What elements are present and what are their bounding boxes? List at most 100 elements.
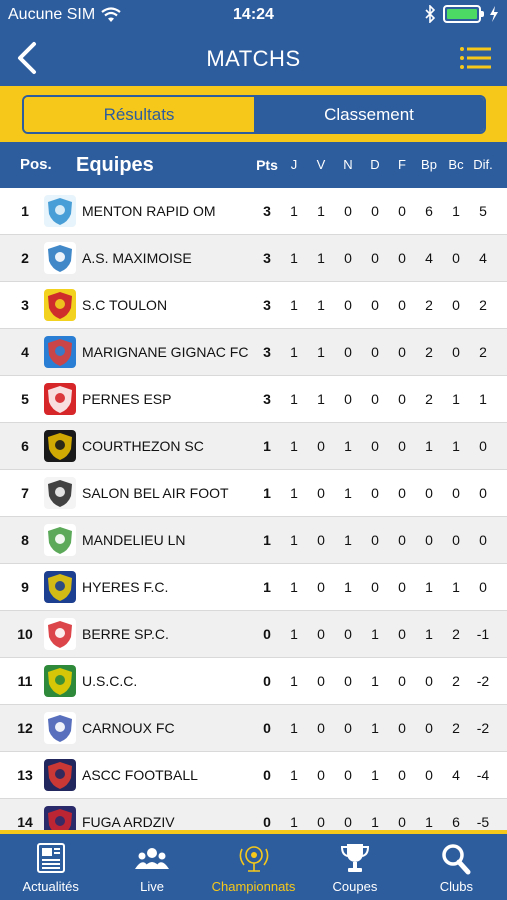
stat-goal-difference: 0 [479,532,487,548]
row-position: 9 [21,579,29,595]
stat-drawn: 0 [344,297,352,313]
stat-won: 1 [317,203,325,219]
menu-list-icon[interactable] [459,44,491,72]
bluetooth-icon [425,5,435,23]
page-title: MATCHS [206,46,301,71]
stat-won: 0 [317,673,325,689]
sc-toulon-logo [44,289,76,321]
courthezon-sc-logo [44,430,76,462]
stat-won: 0 [317,626,325,642]
team-name: COURTHEZON SC [82,438,204,454]
cup-trophy-icon [340,844,369,872]
table-row[interactable]: 2 A.S. MAXIMOISE 3 1 1 0 0 0 4 0 4 [0,235,507,282]
column-header-pos: Pos. [20,156,52,173]
stat-played: 1 [290,250,298,266]
stat-drawn: 0 [344,673,352,689]
table-row[interactable]: 13 ASCC FOOTBALL 0 1 0 0 1 0 0 4 -4 [0,752,507,799]
row-position: 8 [21,532,29,548]
stat-goal-difference: 0 [479,485,487,501]
charging-icon [490,6,498,22]
stat-forfeit: 0 [398,485,406,501]
team-name: S.C TOULON [82,297,168,313]
team-name: MARIGNANE GIGNAC FC [82,344,249,360]
tab-label-coupes: Coupes [332,879,378,894]
segment-resultats[interactable]: Résultats [24,97,254,132]
tab-clubs[interactable]: Clubs [406,834,507,900]
stat-forfeit: 0 [398,297,406,313]
table-row[interactable]: 14 FUGA ARDZIV 0 1 0 0 1 0 1 6 -5 [0,799,507,830]
stat-lost: 0 [371,391,379,407]
standings-list[interactable]: 1 MENTON RAPID OM 3 1 1 0 0 0 6 1 5 2 A.S. MAXIMOISE… [0,188,507,830]
table-row[interactable]: 12 CARNOUX FC 0 1 0 0 1 0 0 2 -2 [0,705,507,752]
stat-goals-against: 6 [452,814,460,830]
stat-forfeit: 0 [398,767,406,783]
table-row[interactable]: 11 U.S.C.C. 0 1 0 0 1 0 0 2 -2 [0,658,507,705]
stat-played: 1 [290,203,298,219]
stat-played: 1 [290,814,298,830]
stat-goals-for: 1 [425,579,433,595]
search-icon [442,844,471,875]
tab-championnats[interactable]: Championnats [203,834,304,900]
table-row[interactable]: 8 MANDELIEU LN 1 1 0 1 0 0 0 0 0 [0,517,507,564]
stat-goals-for: 0 [425,485,433,501]
stat-goals-for: 0 [425,767,433,783]
table-row[interactable]: 9 HYERES F.C. 1 1 0 1 0 0 1 1 0 [0,564,507,611]
segment-classement[interactable]: Classement [254,97,484,132]
stat-played: 1 [290,673,298,689]
status-bar: Aucune SIM 14:24 [0,0,507,30]
stat-won: 0 [317,485,325,501]
stat-drawn: 0 [344,814,352,830]
stat-played: 1 [290,485,298,501]
stat-forfeit: 0 [398,814,406,830]
stat-lost: 0 [371,344,379,360]
column-header-bc: Bc [448,157,464,172]
table-row[interactable]: 10 BERRE SP.C. 0 1 0 0 1 0 1 2 -1 [0,611,507,658]
table-row[interactable]: 6 COURTHEZON SC 1 1 0 1 0 0 1 1 0 [0,423,507,470]
stat-won: 1 [317,344,325,360]
tab-label-championnats: Championnats [211,879,296,894]
team-points: 1 [263,532,271,548]
stat-goal-difference: 2 [479,297,487,313]
hyeres-fc-logo [44,571,76,603]
table-row[interactable]: 7 SALON BEL AIR FOOT 1 1 0 1 0 0 0 0 0 [0,470,507,517]
stat-goals-for: 0 [425,720,433,736]
stat-forfeit: 0 [398,344,406,360]
stat-goals-against: 0 [452,344,460,360]
tab-coupes[interactable]: Coupes [304,834,405,900]
row-position: 5 [21,391,29,407]
tab-live[interactable]: Live [101,834,202,900]
stat-played: 1 [290,767,298,783]
championship-trophy-icon [239,846,268,872]
stat-goals-for: 6 [425,203,433,219]
salon-bel-air-logo [44,477,76,509]
tab-actualites[interactable]: Actualités [0,834,101,900]
standings-header: Pos. Equipes Pts J V N D F Bp Bc Dif. [0,142,507,188]
stat-drawn: 0 [344,720,352,736]
team-name: A.S. MAXIMOISE [82,250,192,266]
table-row[interactable]: 4 MARIGNANE GIGNAC FC 3 1 1 0 0 0 2 0 2 [0,329,507,376]
stat-goal-difference: -2 [476,720,490,736]
stat-goals-for: 1 [425,814,433,830]
team-name: HYERES F.C. [82,579,169,595]
stat-goals-for: 1 [425,626,433,642]
stat-won: 0 [317,579,325,595]
stat-drawn: 0 [344,344,352,360]
stat-won: 1 [317,250,325,266]
stat-goal-difference: 5 [479,203,487,219]
stat-forfeit: 0 [398,532,406,548]
stat-forfeit: 0 [398,720,406,736]
stat-goals-for: 1 [425,438,433,454]
table-row[interactable]: 3 S.C TOULON 3 1 1 0 0 0 2 0 2 [0,282,507,329]
uscc-logo [44,665,76,697]
table-row[interactable]: 1 MENTON RAPID OM 3 1 1 0 0 0 6 1 5 [0,188,507,235]
stat-drawn: 0 [344,250,352,266]
table-row[interactable]: 5 PERNES ESP 3 1 1 0 0 0 2 1 1 [0,376,507,423]
stat-goals-against: 1 [452,203,460,219]
carnoux-fc-logo [44,712,76,744]
stat-goals-for: 2 [425,297,433,313]
team-points: 1 [263,485,271,501]
column-header-j: J [290,157,298,172]
stat-drawn: 0 [344,626,352,642]
team-points: 0 [263,720,271,736]
team-name: U.S.C.C. [82,673,138,689]
